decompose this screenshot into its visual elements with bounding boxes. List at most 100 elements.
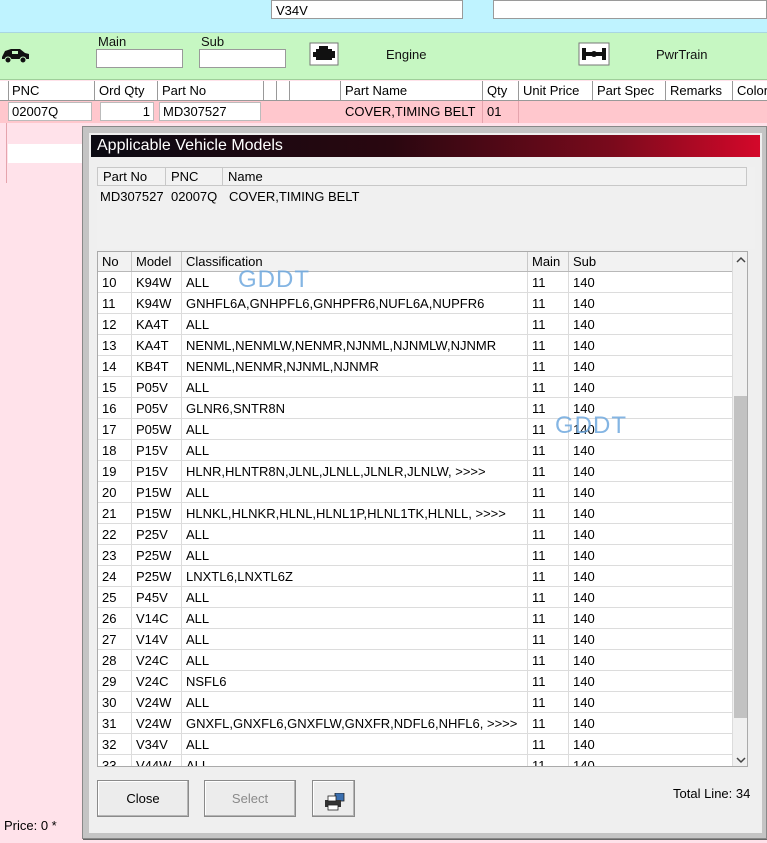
row-model: V24W	[132, 713, 182, 733]
model-list-row[interactable]: 11 K94W GNHFL6A,GNHPFL6,GNHPFR6,NUFL6A,NUP…	[98, 293, 732, 314]
info-header-name: Name	[228, 169, 263, 184]
row-model: P45V	[132, 587, 182, 607]
model-list-row[interactable]: 14 KB4T NENML,NENMR,NJNML,NJNMR 11 140	[98, 356, 732, 377]
row-sub: 140	[573, 527, 595, 542]
model-list-row[interactable]: 33 V44W ALL 11 140	[98, 755, 732, 766]
row-main: 11	[528, 692, 569, 712]
row-no: 15	[98, 377, 132, 397]
row-sub: 140	[573, 464, 595, 479]
parts-header-blank-1[interactable]	[264, 81, 277, 101]
row-no: 12	[98, 314, 132, 334]
row-main: 11	[528, 482, 569, 502]
row-no: 30	[98, 692, 132, 712]
model-list-row[interactable]: 22 P25V ALL 11 140	[98, 524, 732, 545]
list-header-main[interactable]: Main	[528, 252, 569, 271]
row-no: 26	[98, 608, 132, 628]
row-model: V24C	[132, 671, 182, 691]
row-main: 11	[528, 461, 569, 481]
row-sub: 140	[573, 653, 595, 668]
parts-header-blank-2[interactable]	[277, 81, 290, 101]
model-list-row[interactable]: 17 P05W ALL 11 140	[98, 419, 732, 440]
row-no: 25	[98, 587, 132, 607]
list-header-no[interactable]: No	[98, 252, 132, 271]
row-classification: GNXFL,GNXFL6,GNXFLW,GNXFR,NDFL6,NHFL6, >…	[182, 713, 528, 733]
row-main: 11	[528, 650, 569, 670]
top-blank-field[interactable]	[493, 0, 767, 19]
row-classification: NENML,NENMLW,NENMR,NJNML,NJNMLW,NJNMR	[182, 335, 528, 355]
row-no: 19	[98, 461, 132, 481]
model-list-row[interactable]: 24 P25W LNXTL6,LNXTL6Z 11 140	[98, 566, 732, 587]
parts-header-part-no[interactable]: Part No	[158, 81, 264, 101]
row-model: V14C	[132, 608, 182, 628]
engine-icon[interactable]	[309, 42, 339, 66]
powertrain-label: PwrTrain	[656, 47, 708, 62]
close-button[interactable]: Close	[97, 780, 189, 817]
row-main: 11	[528, 671, 569, 691]
model-list-row[interactable]: 32 V34V ALL 11 140	[98, 734, 732, 755]
model-list-row[interactable]: 10 K94W ALL 11 140	[98, 272, 732, 293]
dialog-title[interactable]: Applicable Vehicle Models	[91, 135, 760, 157]
scroll-up-icon[interactable]	[733, 252, 747, 269]
row-classification: ALL	[182, 440, 528, 460]
part-no-cell[interactable]: MD307527	[159, 102, 261, 121]
model-list-row[interactable]: 15 P05V ALL 11 140	[98, 377, 732, 398]
list-header-sub[interactable]: Sub	[569, 252, 732, 271]
model-list-row[interactable]: 18 P15V ALL 11 140	[98, 440, 732, 461]
parts-header-ord-qty[interactable]: Ord Qty	[95, 81, 158, 101]
info-part-no: MD307527	[100, 189, 164, 204]
parts-header-part-spec[interactable]: Part Spec	[593, 81, 666, 101]
model-list-row[interactable]: 25 P45V ALL 11 140	[98, 587, 732, 608]
model-field[interactable]: V34V	[271, 0, 463, 19]
model-list-row[interactable]: 16 P05V GLNR6,SNTR8N 11 140	[98, 398, 732, 419]
model-list-row[interactable]: 29 V24C NSFL6 11 140	[98, 671, 732, 692]
model-list-row[interactable]: 28 V24C ALL 11 140	[98, 650, 732, 671]
model-list-row[interactable]: 30 V24W ALL 11 140	[98, 692, 732, 713]
row-no: 28	[98, 650, 132, 670]
row-model: V34V	[132, 734, 182, 754]
model-list-row[interactable]: 27 V14V ALL 11 140	[98, 629, 732, 650]
list-header-model[interactable]: Model	[132, 252, 182, 271]
row-no: 16	[98, 398, 132, 418]
parts-row[interactable]: 02007Q 1 MD307527 COVER,TIMING BELT 01	[0, 101, 767, 123]
model-list-row[interactable]: 20 P15W ALL 11 140	[98, 482, 732, 503]
scroll-down-icon[interactable]	[733, 751, 747, 766]
printer-icon	[323, 789, 345, 824]
parts-header-unit-price[interactable]: Unit Price	[519, 81, 593, 101]
list-header-classification[interactable]: Classification	[182, 252, 528, 271]
row-main: 11	[528, 566, 569, 586]
vehicle-model-list[interactable]: No Model Classification Main Sub 10 K94W A…	[97, 251, 748, 767]
pnc-cell[interactable]: 02007Q	[8, 102, 92, 121]
row-sub: 140	[573, 716, 595, 731]
model-list-row[interactable]: 19 P15V HLNR,HLNTR8N,JLNL,JLNLL,JLNLR,JLNL…	[98, 461, 732, 482]
print-button[interactable]	[312, 780, 355, 817]
part-name-cell: COVER,TIMING BELT	[341, 101, 483, 123]
parts-header-part-name[interactable]: Part Name	[341, 81, 483, 101]
powertrain-icon[interactable]	[578, 42, 610, 66]
car-icon[interactable]	[0, 42, 30, 66]
row-classification: ALL	[182, 482, 528, 502]
row-no: 21	[98, 503, 132, 523]
model-list-row[interactable]: 31 V24W GNXFL,GNXFL6,GNXFLW,GNXFR,NDFL6,NH…	[98, 713, 732, 734]
row-main: 11	[528, 734, 569, 754]
ord-qty-cell[interactable]: 1	[100, 102, 154, 121]
model-list-row[interactable]: 13 KA4T NENML,NENMLW,NENMR,NJNML,NJNMLW,NJ…	[98, 335, 732, 356]
model-list-row[interactable]: 12 KA4T ALL 11 140	[98, 314, 732, 335]
parts-header-qty[interactable]: Qty	[483, 81, 519, 101]
parts-header-blank-3[interactable]	[290, 81, 341, 101]
row-classification: HLNKL,HLNKR,HLNL,HLNL1P,HLNL1TK,HLNLL, >…	[182, 503, 528, 523]
parts-header-remarks[interactable]: Remarks	[666, 81, 733, 101]
model-list-row[interactable]: 26 V14C ALL 11 140	[98, 608, 732, 629]
sub-input[interactable]	[199, 49, 286, 68]
part-info-panel: Part No PNC Name MD307527 02007Q COVER,T…	[97, 167, 755, 249]
main-input[interactable]	[96, 49, 183, 68]
row-main: 11	[528, 356, 569, 376]
model-list-row[interactable]: 23 P25W ALL 11 140	[98, 545, 732, 566]
scroll-thumb[interactable]	[734, 396, 747, 718]
row-classification: GLNR6,SNTR8N	[182, 398, 528, 418]
parts-header-color[interactable]: Color	[733, 81, 767, 101]
empty-pnc-cell[interactable]	[8, 144, 88, 163]
model-list-row[interactable]: 21 P15W HLNKL,HLNKR,HLNL,HLNL1P,HLNL1TK,HL…	[98, 503, 732, 524]
select-button[interactable]: Select	[204, 780, 296, 817]
list-scrollbar[interactable]	[732, 252, 747, 766]
parts-header-pnc[interactable]: PNC	[8, 81, 95, 101]
